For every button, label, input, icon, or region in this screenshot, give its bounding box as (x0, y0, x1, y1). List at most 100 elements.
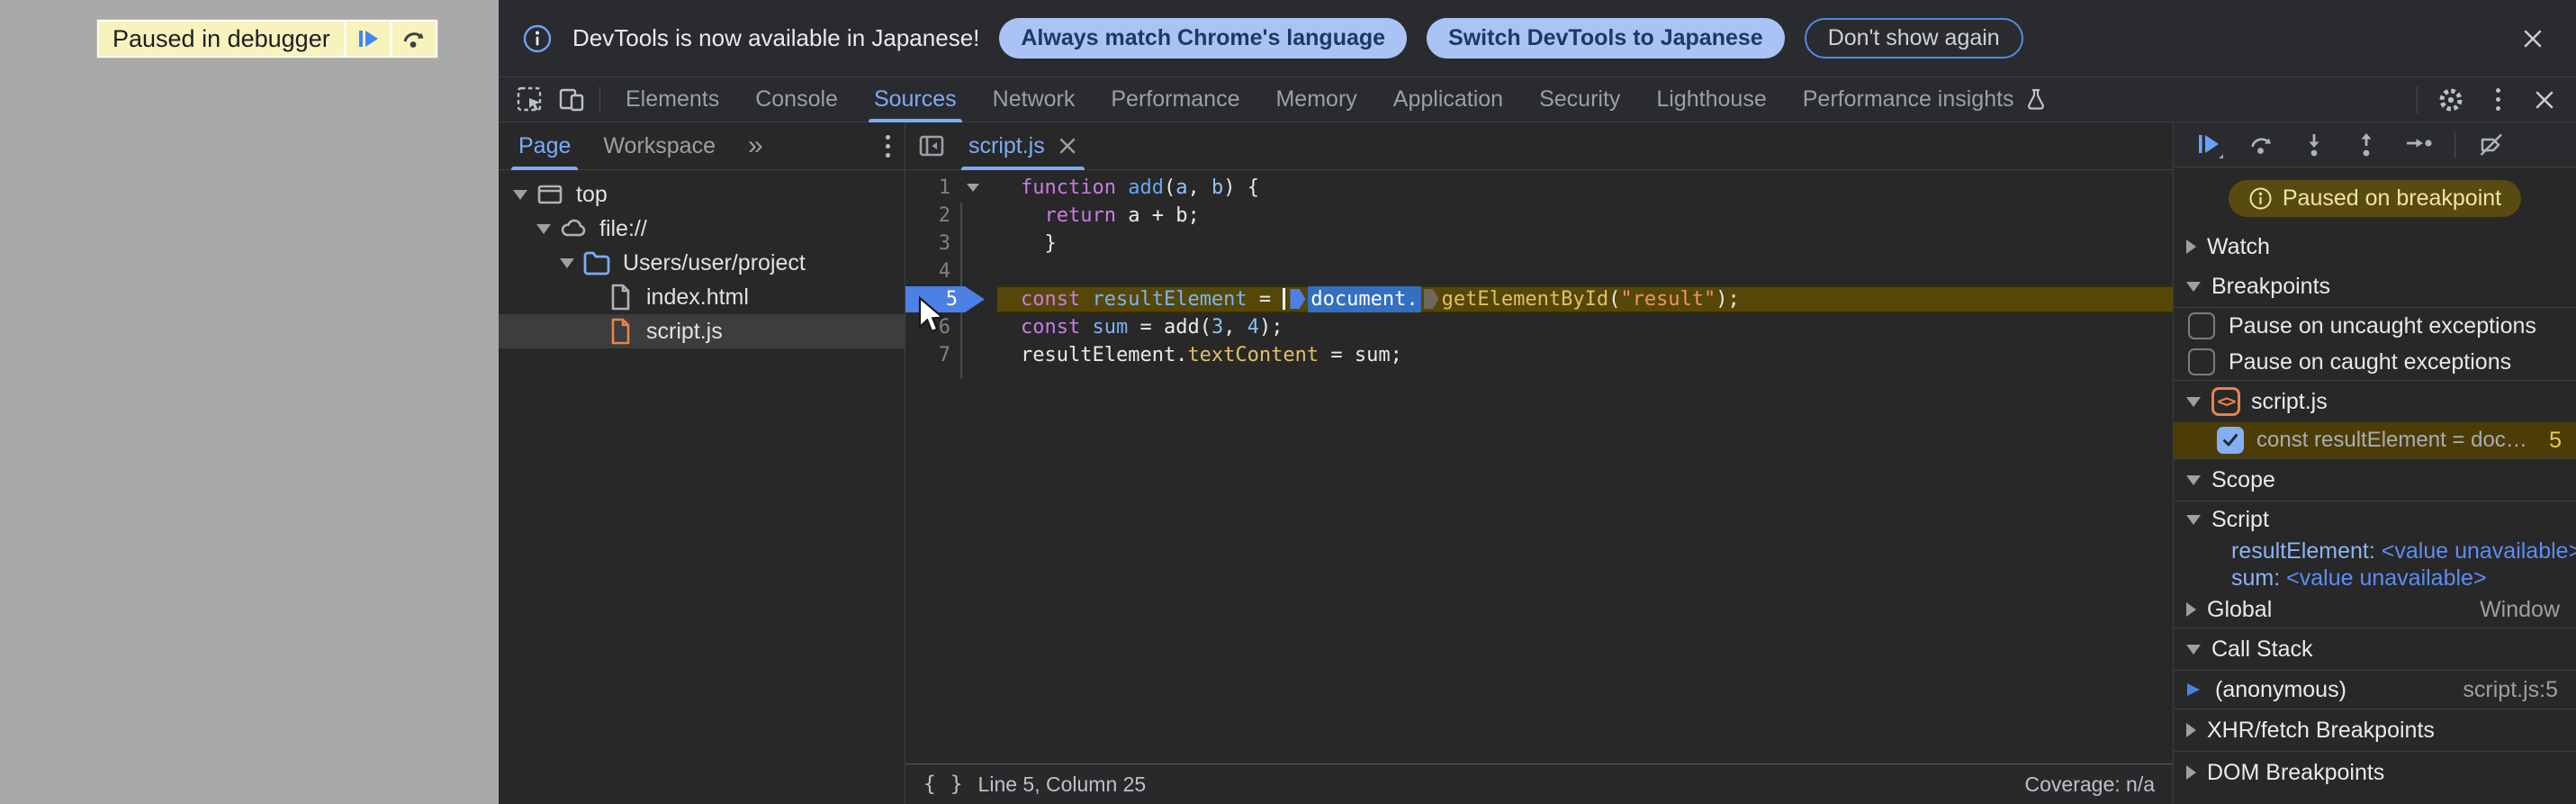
tab-sources[interactable]: Sources (856, 77, 975, 122)
tree-item-project-folder[interactable]: Users/user/project (499, 246, 905, 280)
section-watch[interactable]: Watch (2174, 228, 2576, 266)
code-line-5[interactable]: 5 const resultElement = document. getEleme… (905, 285, 2173, 313)
line-number[interactable]: 2 (905, 202, 961, 230)
pause-caught-exceptions-row[interactable]: Pause on caught exceptions (2174, 344, 2576, 380)
continue-to-location-marker-icon (1423, 289, 1439, 309)
tab-memory[interactable]: Memory (1257, 77, 1374, 122)
section-breakpoints[interactable]: Breakpoints (2174, 266, 2576, 307)
resume-icon (356, 26, 381, 51)
step-over-button-banner[interactable] (392, 22, 436, 56)
close-devtools-button[interactable] (2524, 81, 2565, 119)
tab-performance-insights[interactable]: Performance insights (1785, 77, 2067, 122)
tab-performance[interactable]: Performance (1093, 77, 1257, 122)
tree-item-top[interactable]: top (499, 177, 905, 212)
deactivate-breakpoints-button[interactable] (2468, 126, 2515, 164)
editor-tab-script-js[interactable]: script.js (952, 122, 1094, 170)
tab-lighthouse[interactable]: Lighthouse (1638, 77, 1784, 122)
code-line-2[interactable]: 2 return a + b; (905, 202, 2173, 230)
code-line-6[interactable]: 6 const sum = add(3, 4); (905, 313, 2173, 341)
tree-item-file-protocol[interactable]: file:// (499, 212, 905, 246)
code-text[interactable]: } (999, 230, 1056, 257)
code-text[interactable]: const resultElement = document. getElemen… (999, 285, 1740, 313)
navigator-tab-workspace[interactable]: Workspace (603, 122, 716, 170)
navigator-tab-page[interactable]: Page (510, 122, 579, 170)
editor-status-bar: { } Line 5, Column 25 Coverage: n/a (905, 763, 2173, 804)
flask-icon (2023, 87, 2049, 113)
chevron-down-icon[interactable] (509, 189, 531, 200)
frame-icon (535, 179, 565, 210)
line-number[interactable]: 7 (905, 341, 961, 369)
resume-script-execution-button[interactable] (2186, 126, 2233, 164)
dont-show-again-button[interactable]: Don't show again (1804, 18, 2023, 59)
pause-caught-checkbox[interactable] (2188, 348, 2215, 375)
frame-location: script.js:5 (2463, 676, 2558, 702)
section-scope[interactable]: Scope (2174, 459, 2576, 501)
line-number[interactable]: 1 (905, 174, 961, 202)
fold-arrow-icon (967, 184, 979, 192)
tab-console[interactable]: Console (737, 77, 856, 122)
file-tree: top file:// Users/user/project index.htm… (499, 170, 905, 348)
inspect-element-button[interactable] (509, 81, 551, 119)
tab-network[interactable]: Network (975, 77, 1094, 122)
tab-security[interactable]: Security (1521, 77, 1638, 122)
notification-close-button[interactable] (2513, 19, 2553, 59)
cloud-icon (558, 213, 589, 244)
step-button[interactable] (2395, 126, 2442, 164)
code-text[interactable]: function add(a, b) { (999, 174, 1259, 202)
settings-gear-button[interactable] (2430, 81, 2472, 119)
toggle-device-toolbar-button[interactable] (551, 81, 592, 119)
breakpoint-enabled-checkbox[interactable] (2217, 427, 2244, 454)
tab-application[interactable]: Application (1375, 77, 1521, 122)
code-line-1[interactable]: 1 function add(a, b) { (905, 174, 2173, 202)
cursor-position: Line 5, Column 25 (977, 772, 1147, 796)
code-line-7[interactable]: 7 resultElement.textContent = sum; (905, 341, 2173, 369)
pause-uncaught-exceptions-row[interactable]: Pause on uncaught exceptions (2174, 308, 2576, 344)
scope-group-global[interactable]: Global Window (2174, 592, 2576, 628)
info-icon (2248, 186, 2273, 211)
chevron-right-icon (2186, 723, 2196, 737)
more-options-menu-button[interactable] (2477, 81, 2518, 119)
code-text[interactable]: const sum = add(3, 4); (999, 313, 1283, 341)
toolbar-divider (2454, 131, 2455, 158)
code-area[interactable]: 1 function add(a, b) {2 return a + b; 3 } 4… (905, 170, 2173, 763)
code-text[interactable]: resultElement.textContent = sum; (999, 341, 1402, 369)
toggle-navigator-panel-button[interactable] (911, 127, 952, 165)
global-scope-value: Window (2480, 596, 2560, 622)
pretty-print-icon[interactable]: { } (923, 772, 964, 796)
section-xhr-breakpoints[interactable]: XHR/fetch Breakpoints (2174, 709, 2576, 751)
scope-group-script[interactable]: Script (2174, 501, 2576, 538)
line-number[interactable]: 4 (905, 257, 961, 285)
chevron-down-icon[interactable] (533, 223, 554, 234)
tree-item-index-html[interactable]: index.html (499, 280, 905, 314)
call-stack-frame[interactable]: (anonymous) script.js:5 (2174, 671, 2576, 709)
line-number[interactable]: 3 (905, 230, 961, 257)
pause-uncaught-checkbox[interactable] (2188, 312, 2215, 339)
tab-elements[interactable]: Elements (608, 77, 737, 122)
switch-devtools-japanese-button[interactable]: Switch DevTools to Japanese (1427, 18, 1785, 59)
scope-var-resultelement[interactable]: resultElement: <value unavailable> (2174, 538, 2576, 565)
chevron-down-icon (2186, 474, 2201, 485)
code-line-3[interactable]: 3 } (905, 230, 2173, 257)
step-over-button[interactable] (2238, 126, 2285, 164)
scope-var-sum[interactable]: sum: <value unavailable> (2174, 565, 2576, 592)
info-icon (522, 23, 553, 54)
section-dom-breakpoints[interactable]: DOM Breakpoints (2174, 752, 2576, 793)
step-into-button[interactable] (2291, 126, 2337, 164)
code-text[interactable]: return a + b; (999, 202, 1200, 230)
always-match-language-button[interactable]: Always match Chrome's language (999, 18, 1408, 59)
debugger-panel-body: Paused on breakpoint Watch Breakpoints P… (2174, 167, 2576, 804)
chevron-right-icon (2186, 765, 2196, 780)
navigator-menu-button[interactable] (886, 134, 890, 158)
breakpoint-file-group[interactable]: script.js (2174, 381, 2576, 422)
chevron-down-icon[interactable] (556, 257, 578, 268)
section-call-stack[interactable]: Call Stack (2174, 628, 2576, 670)
close-tab-icon[interactable] (1058, 136, 1077, 156)
step-out-button[interactable] (2343, 126, 2390, 164)
paused-on-breakpoint-status: Paused on breakpoint (2228, 180, 2522, 217)
tree-item-script-js[interactable]: script.js (499, 314, 905, 348)
resume-script-button[interactable] (346, 22, 390, 56)
code-line-4[interactable]: 4 (905, 257, 2173, 285)
breakpoint-entry-line5[interactable]: const resultElement = doc… 5 (2174, 422, 2576, 458)
more-tabs-chevron[interactable]: » (748, 131, 763, 161)
browser-page-background: Paused in debugger (0, 0, 499, 804)
